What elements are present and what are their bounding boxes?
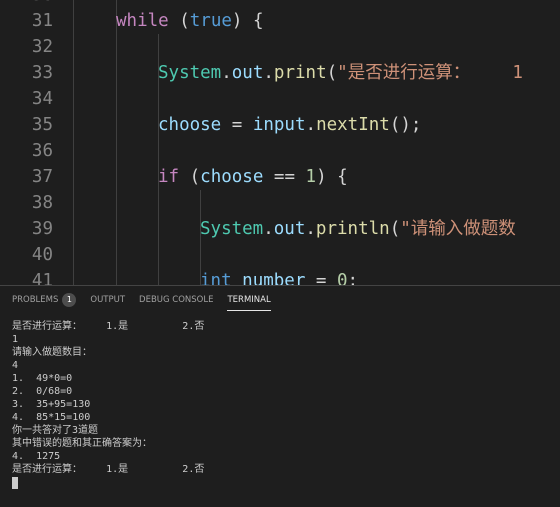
code-token: nextInt [316, 115, 390, 135]
line-number: 41 [31, 271, 53, 285]
code-token: 0 [336, 271, 348, 285]
line-number: 33 [31, 63, 53, 83]
terminal-cursor [12, 477, 18, 489]
code-token: "是否进行运算： 1 [337, 63, 523, 83]
code-token: choose [158, 115, 222, 135]
code-text: choose = input.nextInt(); [158, 112, 421, 138]
code-token: int [200, 271, 232, 285]
code-text: System.out.println("请输入做题数 [200, 216, 516, 242]
tab-debug-console[interactable]: DEBUG CONSOLE [139, 292, 213, 310]
tab-label: OUTPUT [90, 295, 126, 305]
line-number: 39 [31, 219, 53, 239]
code-token: ; [347, 271, 359, 285]
code-token: true [189, 11, 232, 31]
line-number: 32 [31, 37, 53, 57]
line-number: 30 [0, 0, 53, 8]
line-number: 37 [31, 167, 53, 187]
terminal-line: 你一共答对了3道题 [12, 425, 99, 436]
code-token: = [305, 271, 337, 285]
code-token: = [221, 115, 253, 135]
terminal-line: 其中错误的题和其正确答案为： [12, 438, 152, 449]
terminal-line: 4. 1275 [12, 451, 61, 462]
code-token: System [158, 63, 222, 83]
code-text: int number = 0; [200, 268, 358, 285]
code-token: ( [326, 63, 338, 83]
line-number: 31 [31, 11, 53, 31]
terminal-line: 4 [12, 360, 19, 371]
tab-output[interactable]: OUTPUT [90, 292, 125, 310]
code-token: out [231, 63, 264, 83]
tab-problems[interactable]: PROBLEMS 1 [12, 292, 77, 310]
code-token: . [263, 63, 274, 83]
tab-label: PROBLEMS [12, 295, 59, 305]
indent-guide [116, 0, 117, 285]
terminal-line: 1 [12, 334, 19, 345]
code-token: println [315, 219, 390, 239]
code-token: . [305, 219, 316, 239]
bottom-panel: PROBLEMS 1 OUTPUT DEBUG CONSOLE TERMINAL 是否进… [0, 285, 560, 507]
terminal-output[interactable]: 是否进行运算： 1.是 2.否 1 请输入做题数目： 4 1. 49*0=0 2. 0/6… [12, 320, 204, 489]
line-number: 34 [31, 89, 53, 109]
terminal-line: 1. 49*0=0 [12, 373, 73, 384]
code-token: if [158, 167, 180, 187]
code-token: 1 [305, 167, 317, 187]
code-text: while (true) { [116, 8, 264, 34]
code-text: if (choose == 1) { [158, 164, 348, 190]
code-token: System [200, 219, 264, 239]
terminal-line: 2. 0/68=0 [12, 386, 73, 397]
line-number: 40 [31, 245, 53, 265]
code-token: number [242, 271, 306, 285]
code-token: ( [168, 11, 190, 31]
code-token: input [252, 115, 306, 135]
terminal-line: 请输入做题数目： [12, 347, 92, 358]
terminal-line: 是否进行运算： 1.是 2.否 [12, 321, 205, 332]
code-token: choose [200, 167, 264, 187]
code-text: System.out.print("是否进行运算： 1 [158, 60, 523, 86]
terminal-line: 4. 85*15=100 [12, 412, 91, 423]
terminal-line: 是否进行运算： 1.是 2.否 [12, 464, 205, 475]
code-token: (); [389, 115, 422, 135]
line-number: 38 [31, 193, 53, 213]
tab-terminal[interactable]: TERMINAL [227, 292, 271, 311]
code-editor[interactable]: 3031while (true) {3233System.out.print("… [0, 0, 560, 285]
code-token: out [273, 219, 306, 239]
code-token: . [263, 219, 274, 239]
line-number: 36 [31, 141, 53, 161]
tab-label: TERMINAL [227, 295, 271, 305]
code-token: print [273, 63, 327, 83]
code-token: . [221, 63, 232, 83]
code-token: ) { [231, 11, 264, 31]
terminal-line: 3. 35+95=130 [12, 399, 91, 410]
code-token: == [263, 167, 306, 187]
code-token: ) { [316, 167, 348, 187]
code-token: ( [389, 219, 401, 239]
code-token: ( [179, 167, 201, 187]
line-number: 35 [31, 115, 53, 135]
code-token: . [305, 115, 317, 135]
tab-label: DEBUG CONSOLE [139, 295, 214, 305]
problems-count-badge: 1 [62, 293, 77, 307]
code-token: while [116, 11, 169, 31]
code-token: "请输入做题数 [400, 219, 516, 239]
indent-guide [73, 0, 74, 285]
